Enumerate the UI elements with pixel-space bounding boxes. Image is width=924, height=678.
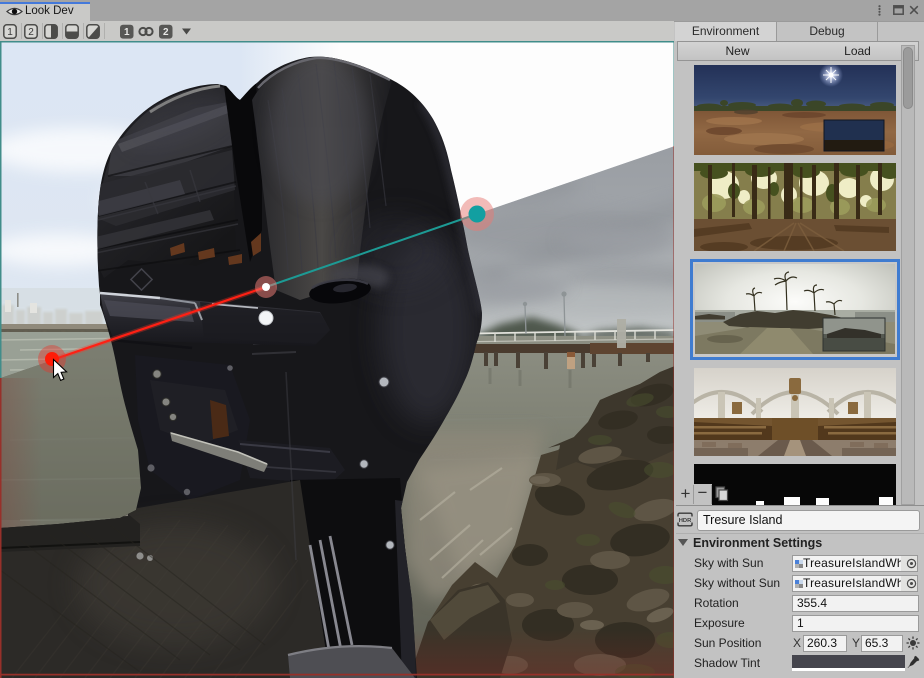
- svg-text:1: 1: [7, 27, 13, 38]
- svg-text:1: 1: [124, 27, 130, 38]
- svg-text:HDR: HDR: [679, 518, 692, 524]
- svg-text:2: 2: [163, 27, 169, 38]
- svg-text:2: 2: [28, 27, 34, 38]
